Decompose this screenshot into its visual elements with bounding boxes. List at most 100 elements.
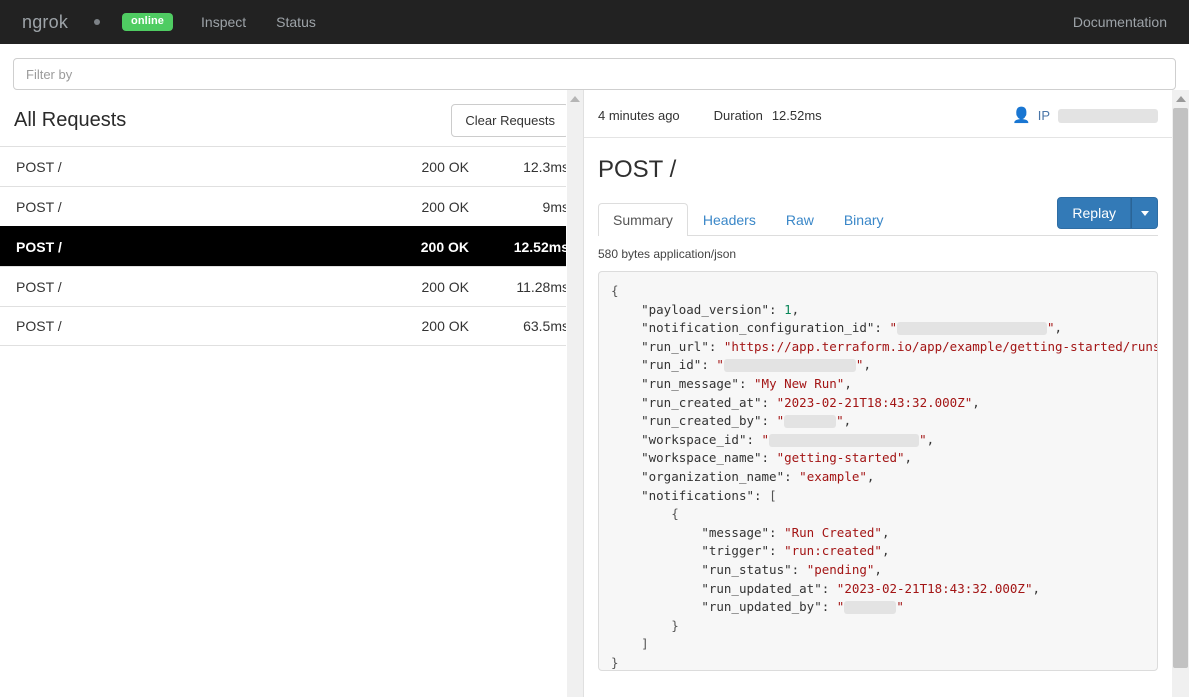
- ip-label: IP: [1037, 108, 1050, 123]
- json-punctuation: }: [611, 617, 679, 633]
- requests-list-scrollbar[interactable]: [566, 90, 583, 697]
- redacted-value: [844, 601, 897, 615]
- json-key: "organization_name": [641, 468, 785, 484]
- scrollbar-thumb[interactable]: [1173, 108, 1188, 668]
- request-method-path: POST /: [16, 238, 62, 255]
- caret-up-icon[interactable]: [570, 96, 580, 102]
- request-method-path: POST /: [16, 318, 62, 334]
- json-string-value: "2023-02-21T18:43:32.000Z": [776, 394, 973, 410]
- filter-input[interactable]: [13, 58, 1176, 90]
- request-duration: 11.28ms: [516, 278, 569, 295]
- json-punctuation: {: [611, 283, 619, 298]
- json-quote: ": [896, 599, 904, 615]
- json-punctuation: ]: [611, 636, 649, 652]
- json-string-value: "Run Created": [784, 524, 882, 540]
- request-status: 200 OK: [420, 238, 469, 255]
- json-quote: ": [855, 357, 864, 373]
- table-row[interactable]: POST / 200 OK 12.52ms: [0, 226, 583, 266]
- table-row[interactable]: POST / 200 OK 11.28ms: [0, 266, 583, 306]
- clear-requests-button[interactable]: Clear Requests: [451, 103, 569, 137]
- json-array-open: [: [769, 487, 777, 503]
- json-punctuation: }: [611, 654, 619, 670]
- tab-raw[interactable]: Raw: [771, 203, 829, 236]
- replay-button[interactable]: Replay: [1057, 197, 1131, 229]
- redacted-value: [769, 433, 920, 447]
- json-key: "trigger": [701, 543, 770, 559]
- filter-bar: [0, 44, 1189, 90]
- navbar-right: Documentation: [1073, 14, 1167, 30]
- request-method-path: POST /: [16, 198, 62, 215]
- json-key: "run_status": [701, 561, 792, 577]
- ip-value-redacted: [1058, 108, 1158, 123]
- json-quote: ": [836, 413, 844, 429]
- requests-list: POST / 200 OK 12.3ms POST / 200 OK 9ms POST / 2…: [0, 146, 583, 346]
- nav-link-status[interactable]: Status: [276, 14, 316, 30]
- request-detail-panel: 4 minutes ago Duration 12.52ms 👤 IP POST…: [583, 90, 1189, 697]
- detail-meta-row: 4 minutes ago Duration 12.52ms 👤 IP: [584, 90, 1172, 138]
- redacted-value: [897, 322, 1047, 336]
- json-key: "payload_version": [641, 301, 770, 317]
- request-status: 200 OK: [421, 158, 469, 175]
- json-quote: ": [919, 431, 927, 447]
- nav-link-inspect[interactable]: Inspect: [201, 14, 246, 30]
- duration-value: 12.52ms: [771, 108, 822, 123]
- caret-up-icon[interactable]: [1175, 96, 1186, 102]
- json-quote: ": [1047, 320, 1055, 336]
- json-string-value: "example": [799, 468, 867, 484]
- person-icon: 👤: [1012, 107, 1031, 124]
- request-title: POST /: [598, 156, 677, 183]
- tab-binary[interactable]: Binary: [829, 203, 899, 236]
- json-quote: ": [836, 599, 845, 615]
- json-key: "run_message": [641, 375, 739, 391]
- requests-panel: All Requests Clear Requests POST / 200 OK…: [0, 90, 583, 697]
- table-row[interactable]: POST / 200 OK 9ms: [0, 186, 583, 226]
- json-key: "run_created_at": [641, 394, 762, 410]
- request-duration: 12.52ms: [513, 238, 569, 255]
- json-quote: ": [889, 320, 897, 336]
- request-status: 200 OK: [421, 318, 469, 334]
- json-string-value: "https://app.terraform.io/app/example/ge…: [723, 338, 1158, 354]
- json-key: "run_updated_at": [701, 580, 822, 596]
- dot-icon: [94, 19, 101, 25]
- table-row[interactable]: POST / 200 OK 12.3ms: [0, 146, 583, 186]
- page-title: All Requests: [14, 108, 127, 131]
- detail-scrollbar[interactable]: [1172, 90, 1189, 697]
- json-punctuation: {: [611, 506, 679, 522]
- json-key: "run_id": [641, 357, 702, 373]
- json-key: "notification_configuration_id": [641, 320, 875, 336]
- json-key: "workspace_name": [641, 450, 762, 466]
- json-key: "run_url": [641, 338, 709, 354]
- nav-link-documentation[interactable]: Documentation: [1073, 14, 1167, 30]
- client-ip: 👤 IP: [1012, 108, 1158, 123]
- request-timestamp: 4 minutes ago: [598, 108, 680, 123]
- detail-tabs: Summary Headers Raw Binary Replay: [598, 197, 1158, 236]
- json-key: "message": [701, 524, 770, 540]
- duration-label: Duration: [713, 108, 763, 123]
- status-badge: online: [122, 13, 174, 31]
- request-status: 200 OK: [421, 198, 469, 215]
- request-method-path: POST /: [16, 278, 62, 295]
- request-duration: 9ms: [542, 198, 569, 215]
- payload-size-label: 580 bytes application/json: [598, 247, 737, 261]
- json-key: "workspace_id": [641, 431, 747, 447]
- tab-headers[interactable]: Headers: [688, 203, 771, 236]
- brand-logo[interactable]: ngrok: [22, 12, 68, 33]
- json-quote: ": [716, 357, 724, 373]
- json-key: "run_created_by": [641, 413, 762, 429]
- table-row[interactable]: POST / 200 OK 63.5ms: [0, 306, 583, 346]
- tab-summary[interactable]: Summary: [598, 203, 688, 236]
- requests-panel-header: All Requests Clear Requests: [0, 90, 583, 146]
- json-string-value: "getting-started": [776, 450, 905, 466]
- replay-dropdown-toggle[interactable]: [1131, 197, 1158, 229]
- top-navbar: ngrok online Inspect Status Documentatio…: [0, 0, 1189, 44]
- json-string-value: "My New Run": [754, 375, 845, 391]
- request-status: 200 OK: [421, 278, 469, 295]
- request-detail-inner: 4 minutes ago Duration 12.52ms 👤 IP POST…: [584, 90, 1189, 697]
- request-duration: 63.5ms: [523, 318, 569, 334]
- json-key: "run_updated_by": [701, 599, 822, 615]
- json-quote: ": [761, 431, 770, 447]
- chevron-down-icon: [1140, 210, 1149, 216]
- response-body-box: { "payload_version": 1, "notification_co…: [598, 271, 1158, 671]
- json-quote: ": [776, 413, 785, 429]
- redacted-value: [723, 359, 856, 373]
